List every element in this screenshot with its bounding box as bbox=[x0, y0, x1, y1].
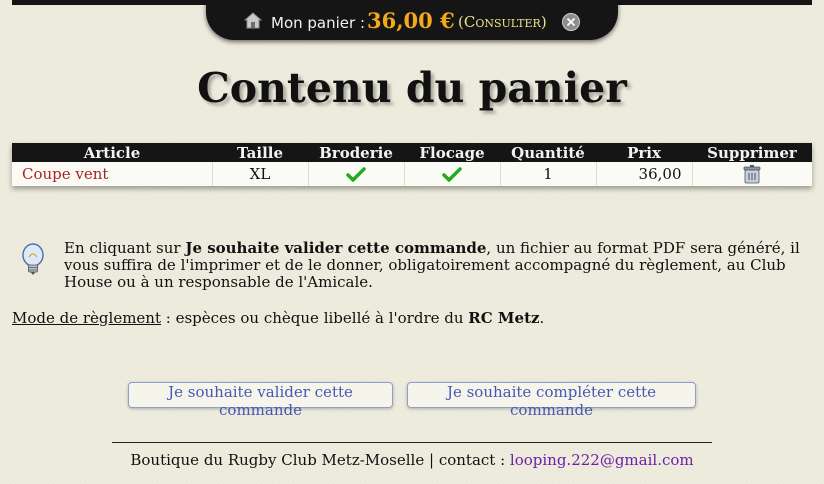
header-prix: Prix bbox=[596, 143, 692, 162]
contact-email-link[interactable]: looping.222@gmail.com bbox=[510, 451, 694, 469]
notice-intro: En cliquant sur bbox=[64, 239, 186, 257]
cart-label: Mon panier : bbox=[271, 14, 365, 32]
page-title: Contenu du panier bbox=[197, 64, 627, 112]
footer-divider bbox=[112, 442, 712, 443]
cell-flocage bbox=[404, 162, 501, 186]
cell-broderie bbox=[308, 162, 405, 186]
payment-text: : espèces ou chèque libellé à l'ordre du bbox=[161, 309, 469, 327]
payment-label: Mode de règlement bbox=[12, 309, 161, 327]
lightbulb-icon bbox=[22, 243, 44, 275]
notice-bold: Je souhaite valider cette commande bbox=[185, 239, 487, 257]
home-icon bbox=[244, 12, 262, 29]
header-broderie: Broderie bbox=[308, 143, 404, 162]
cell-article: Coupe vent bbox=[12, 162, 213, 186]
cart-table: Article Taille Broderie Flocage Quantité… bbox=[12, 143, 812, 186]
payment-info: Mode de règlement : espèces ou chèque li… bbox=[12, 309, 544, 327]
trash-icon[interactable] bbox=[741, 164, 763, 184]
header-supprimer: Supprimer bbox=[692, 143, 812, 162]
table-row: Coupe vent XL 1 36,00 bbox=[12, 162, 812, 186]
header-quantite: Quantité bbox=[500, 143, 596, 162]
cart-amount: 36,00 € bbox=[367, 8, 455, 33]
payment-end: . bbox=[539, 309, 545, 327]
close-circle-icon[interactable] bbox=[561, 12, 581, 32]
cell-prix: 36,00 bbox=[596, 162, 693, 186]
header-flocage: Flocage bbox=[404, 143, 500, 162]
consult-cart-link[interactable]: (Consulter) bbox=[458, 13, 547, 31]
payment-payee: RC Metz bbox=[468, 309, 540, 327]
notice-text: En cliquant sur Je souhaite valider cett… bbox=[64, 240, 812, 291]
header-article: Article bbox=[12, 143, 212, 162]
checkmark-icon bbox=[442, 167, 462, 182]
validate-order-button[interactable]: Je souhaite valider cette commande bbox=[128, 382, 393, 419]
table-header-row: Article Taille Broderie Flocage Quantité… bbox=[12, 143, 812, 162]
checkmark-icon bbox=[346, 167, 366, 182]
cell-quantite: 1 bbox=[500, 162, 597, 186]
footer: Boutique du Rugby Club Metz-Moselle | co… bbox=[0, 451, 824, 469]
footer-text: Boutique du Rugby Club Metz-Moselle | co… bbox=[130, 451, 510, 469]
header-taille: Taille bbox=[212, 143, 308, 162]
complete-order-button[interactable]: Je souhaite compléter cette commande bbox=[407, 382, 696, 419]
cell-taille: XL bbox=[212, 162, 309, 186]
cart-summary-bar: Mon panier : 36,00 € (Consulter) bbox=[206, 0, 618, 40]
cell-supprimer bbox=[692, 162, 812, 186]
